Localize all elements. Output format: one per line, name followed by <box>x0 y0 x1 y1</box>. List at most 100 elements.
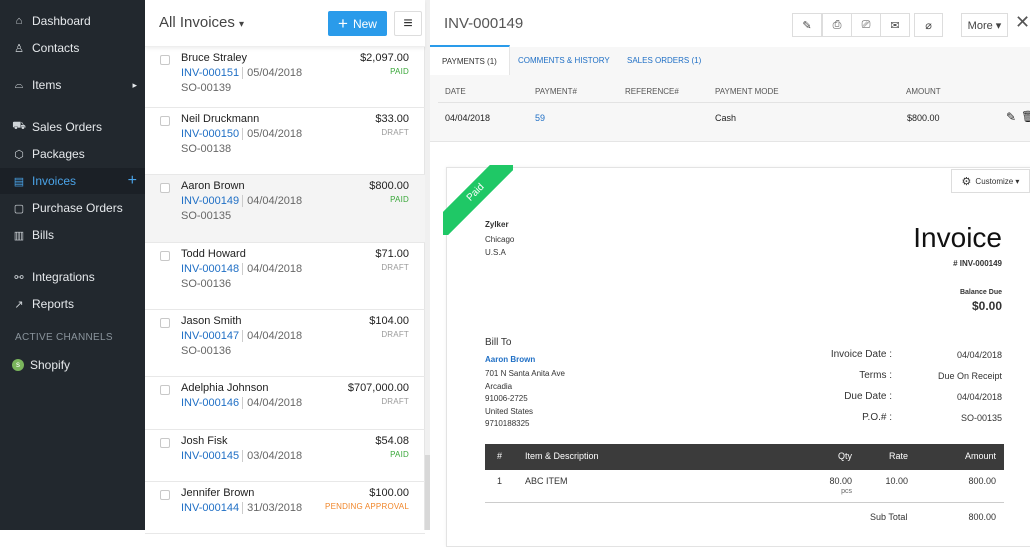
invoice-number-link[interactable]: INV-000150 <box>181 128 239 140</box>
row-checkbox[interactable] <box>160 438 170 448</box>
invoice-row[interactable]: Adelphia Johnson INV-000146 04/04/2018 $707… <box>145 377 425 430</box>
edit-button[interactable]: ✎ <box>792 13 822 37</box>
items-column-header: Rate <box>888 451 908 461</box>
gear-icon: ⚙ <box>961 175 972 188</box>
invoice-amount: $707,000.00 <box>347 382 409 394</box>
delete-payment-icon[interactable]: 🗑 <box>1021 110 1030 123</box>
sidebar-item-label: Integrations <box>32 270 95 284</box>
row-checkbox[interactable] <box>160 490 170 500</box>
row-checkbox[interactable] <box>160 183 170 193</box>
invoice-amount: $2,097.00 <box>360 52 409 64</box>
sidebar-item-sales-orders[interactable]: ⛟ Sales Orders <box>0 114 145 140</box>
invoice-row[interactable]: Jennifer Brown INV-000144 31/03/2018 $100.0… <box>145 482 425 534</box>
meta-label: Invoice Date : <box>830 349 892 360</box>
invoice-number-link[interactable]: INV-000147 <box>181 330 239 342</box>
sidebar-item-items[interactable]: ⌓ Items ▸ <box>0 72 145 98</box>
row-checkbox[interactable] <box>160 55 170 65</box>
payments-column-header: AMOUNT <box>906 87 941 96</box>
subtotal-label: Sub Total <box>870 512 908 522</box>
invoice-number-link[interactable]: INV-000148 <box>181 263 239 275</box>
print-button[interactable]: ⎚ <box>851 13 881 37</box>
item-amount: 800.00 <box>968 476 996 486</box>
invoice-number-link[interactable]: INV-000149 <box>181 195 239 207</box>
invoice-row[interactable]: Josh Fisk INV-000145 03/04/2018 $54.08 PAID <box>145 430 425 482</box>
invoice-row[interactable]: Todd Howard INV-000148 04/04/2018 SO-00136 $… <box>145 243 425 310</box>
customer-link[interactable]: Aaron Brown <box>485 355 535 364</box>
sales-order-number: SO-00139 <box>181 82 232 94</box>
row-checkbox[interactable] <box>160 385 170 395</box>
row-checkbox[interactable] <box>160 318 170 328</box>
row-checkbox[interactable] <box>160 251 170 261</box>
invoice-line: INV-000145 03/04/2018 <box>181 450 303 462</box>
meta-label: Due Date : <box>844 391 892 402</box>
customize-button[interactable]: ⚙ Customize ▾ <box>951 169 1030 193</box>
item-description: ABC ITEM <box>525 476 568 486</box>
row-checkbox[interactable] <box>160 116 170 126</box>
payments-column-header: PAYMENT# <box>535 87 577 96</box>
status-badge: PENDING APPROVAL <box>325 502 409 511</box>
payment-number-link[interactable]: 59 <box>535 113 545 123</box>
invoice-line: INV-000150 05/04/2018 <box>181 128 303 140</box>
invoice-amount: $800.00 <box>369 180 409 192</box>
mail-button[interactable]: ✉ <box>880 13 910 37</box>
menu-button[interactable]: ≡ <box>394 11 422 36</box>
tab-payments[interactable]: PAYMENTS (1) <box>430 45 510 75</box>
view-selector[interactable]: All Invoices ▾ <box>159 14 244 31</box>
invoice-number-link[interactable]: INV-000145 <box>181 450 239 462</box>
customer-name: Aaron Brown <box>181 180 245 192</box>
more-button[interactable]: More ▾ <box>961 13 1008 37</box>
integrations-icon: ⚯ <box>14 271 24 284</box>
status-badge: PAID <box>390 195 409 204</box>
pdf-button[interactable]: ⎙ <box>822 13 852 37</box>
close-icon[interactable]: ✕ <box>1015 12 1030 33</box>
org-name: Zylker <box>485 220 509 229</box>
meta-value: 04/04/2018 <box>956 392 1002 402</box>
invoice-date: 31/03/2018 <box>242 502 303 514</box>
sidebar-item-dashboard[interactable]: ⌂ Dashboard <box>0 8 145 34</box>
customer-name: Bruce Straley <box>181 52 248 64</box>
channel-shopify[interactable]: s Shopify <box>0 352 145 378</box>
invoice-line: INV-000148 04/04/2018 <box>181 263 303 275</box>
sidebar-item-contacts[interactable]: ♙ Contacts <box>0 35 145 61</box>
sidebar-item-invoices[interactable]: ▤ Invoices + <box>0 168 145 194</box>
bill-to-address-line: 701 N Santa Anita Ave <box>485 369 565 378</box>
edit-icon: ✎ <box>802 19 812 32</box>
item-index: 1 <box>497 476 503 486</box>
edit-payment-icon[interactable]: ✎ <box>1006 110 1016 124</box>
new-button[interactable]: + New <box>328 11 387 36</box>
meta-label: Terms : <box>859 370 892 381</box>
sidebar-item-integrations[interactable]: ⚯ Integrations <box>0 264 145 290</box>
items-column-header: Item & Description <box>525 451 599 461</box>
invoice-row[interactable]: Jason Smith INV-000147 04/04/2018 SO-00136 $… <box>145 310 425 377</box>
balance-due-label: Balance Due <box>959 289 1002 296</box>
invoice-row[interactable]: Neil Druckmann INV-000150 05/04/2018 SO-001… <box>145 108 425 175</box>
status-badge: DRAFT <box>381 397 409 406</box>
meta-value: Due On Receipt <box>937 371 1002 381</box>
add-invoice-icon[interactable]: + <box>128 172 137 190</box>
invoice-date: 04/04/2018 <box>242 195 303 207</box>
sales-order-number: SO-00138 <box>181 143 232 155</box>
invoice-number-link[interactable]: INV-000151 <box>181 67 239 79</box>
attach-button[interactable]: ⌀ <box>914 13 943 37</box>
chevron-right-icon[interactable]: ▸ <box>132 80 137 91</box>
more-label: More ▾ <box>967 19 1002 32</box>
invoice-number-link[interactable]: INV-000144 <box>181 502 239 514</box>
invoice-row[interactable]: Bruce Straley INV-000151 05/04/2018 SO-0013… <box>145 47 425 108</box>
sidebar-item-bills[interactable]: ▥ Bills <box>0 222 145 248</box>
invoice-number-link[interactable]: INV-000146 <box>181 397 239 409</box>
invoice-line: INV-000149 04/04/2018 <box>181 195 303 207</box>
invoice-amount: $71.00 <box>375 248 409 260</box>
sidebar-item-purchase-orders[interactable]: ▢ Purchase Orders <box>0 195 145 221</box>
tab-sales-orders[interactable]: SALES ORDERS (1) <box>615 45 713 75</box>
payment-date: 04/04/2018 <box>445 113 491 123</box>
sidebar-item-packages[interactable]: ⬡ Packages <box>0 141 145 167</box>
sidebar-item-reports[interactable]: ↗ Reports <box>0 291 145 317</box>
payments-column-header: DATE <box>445 87 466 96</box>
invoice-line: INV-000144 31/03/2018 <box>181 502 303 514</box>
list-header: All Invoices ▾ + New ≡ <box>145 0 425 47</box>
invoice-row[interactable]: Aaron Brown INV-000149 04/04/2018 SO-00135 $… <box>145 175 425 243</box>
sidebar: ⌂ Dashboard ♙ Contacts ⌓ Items ▸ ⛟ Sales Orders ⬡… <box>0 0 145 530</box>
home-icon: ⌂ <box>15 15 23 27</box>
tab-comments-history[interactable]: COMMENTS & HISTORY <box>506 45 622 75</box>
sales-order-number: SO-00136 <box>181 345 232 357</box>
